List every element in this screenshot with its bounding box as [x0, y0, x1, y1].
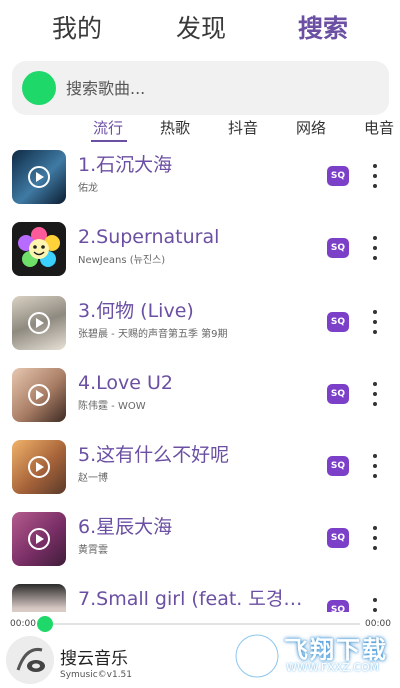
sq-quality-badge: SQ	[327, 312, 349, 332]
tab-mine[interactable]: 我的	[52, 12, 102, 46]
song-item[interactable]: 4.Love U2 陈伟霆 - WOW SQ	[0, 364, 400, 436]
progress-track[interactable]	[45, 623, 360, 625]
category-tab-network[interactable]: 网络	[296, 118, 326, 138]
sq-quality-badge: SQ	[327, 384, 349, 404]
more-options-icon[interactable]	[365, 454, 385, 478]
song-item[interactable]: 5.这有什么不好呢 赵一博 SQ	[0, 436, 400, 508]
sq-quality-badge: SQ	[327, 166, 349, 186]
album-cover	[12, 368, 66, 422]
category-tabs: 流行 热歌 抖音 网络 电音	[0, 116, 400, 144]
more-options-icon[interactable]	[365, 310, 385, 334]
song-item[interactable]: 2.Supernatural NewJeans (뉴진스) SQ	[0, 218, 400, 290]
song-item[interactable]: 3.何物 (Live) 张碧晨 - 天赐的声音第五季 第9期 SQ	[0, 292, 400, 364]
category-tab-hot[interactable]: 热歌	[160, 118, 190, 138]
song-title: 6.星辰大海	[78, 516, 173, 538]
album-cover	[12, 150, 66, 204]
top-tabs: 我的 发现 搜索	[0, 0, 400, 58]
more-options-icon[interactable]	[365, 526, 385, 550]
play-icon	[28, 166, 50, 188]
album-cover	[12, 222, 66, 276]
category-tab-edm[interactable]: 电音	[364, 118, 394, 138]
more-options-icon[interactable]	[365, 382, 385, 406]
song-title: 5.这有什么不好呢	[78, 444, 230, 466]
song-artist: 张碧晨 - 天赐的声音第五季 第9期	[78, 329, 228, 340]
sq-quality-badge: SQ	[327, 238, 349, 258]
song-artist: NewJeans (뉴진스)	[78, 255, 166, 266]
player-album-cover[interactable]	[6, 636, 54, 684]
song-list[interactable]: 1.石沉大海 佑龙 SQ 2.Supernatural NewJeans (뉴진…	[0, 146, 400, 612]
song-title: 2.Supernatural	[78, 226, 220, 248]
play-icon	[28, 456, 50, 478]
sq-quality-badge: SQ	[327, 600, 349, 612]
search-bar[interactable]	[12, 61, 389, 115]
player-app-name: 搜云音乐	[60, 649, 128, 669]
sq-quality-badge: SQ	[327, 528, 349, 548]
play-icon	[28, 312, 50, 334]
site-watermark: 飞翔下载 WWW.FXXZ.COM	[232, 628, 392, 684]
category-tab-pop[interactable]: 流行	[93, 118, 123, 138]
song-artist: 黄霄雲	[78, 545, 108, 556]
song-title: 1.石沉大海	[78, 154, 173, 176]
watermark-url: WWW.FXXZ.COM	[286, 661, 380, 674]
search-input[interactable]	[66, 71, 366, 105]
more-options-icon[interactable]	[365, 236, 385, 260]
flower-icon	[18, 227, 60, 267]
song-title: 7.Small girl (feat. 도경수(...	[78, 588, 318, 610]
watermark-logo-icon	[234, 633, 280, 679]
song-artist: 陈伟霆 - WOW	[78, 401, 146, 412]
current-time: 00:00	[10, 619, 36, 629]
player-version: Symusic©v1.51	[60, 670, 133, 680]
album-cover	[12, 512, 66, 566]
song-item[interactable]: 6.星辰大海 黄霄雲 SQ	[0, 508, 400, 580]
progress-knob[interactable]	[37, 616, 53, 632]
song-item[interactable]: 7.Small girl (feat. 도경수(... SQ	[0, 580, 400, 612]
album-cover	[12, 296, 66, 350]
sq-quality-badge: SQ	[327, 456, 349, 476]
song-title: 3.何物 (Live)	[78, 300, 194, 322]
album-cover	[12, 440, 66, 494]
tab-search[interactable]: 搜索	[298, 12, 348, 46]
song-item[interactable]: 1.石沉大海 佑龙 SQ	[0, 146, 400, 218]
watermark-text: 飞翔下载	[284, 636, 388, 664]
more-options-icon[interactable]	[365, 598, 385, 612]
album-cover	[12, 584, 66, 612]
play-icon	[28, 384, 50, 406]
more-options-icon[interactable]	[365, 164, 385, 188]
song-artist: 佑龙	[78, 183, 98, 194]
play-icon	[28, 528, 50, 550]
search-icon[interactable]	[22, 71, 56, 105]
song-title: 4.Love U2	[78, 372, 173, 394]
category-active-indicator	[91, 140, 127, 142]
category-tab-douyin[interactable]: 抖音	[228, 118, 258, 138]
tab-discover[interactable]: 发现	[176, 12, 226, 46]
music-note-icon	[6, 636, 54, 684]
song-artist: 赵一博	[78, 473, 108, 484]
